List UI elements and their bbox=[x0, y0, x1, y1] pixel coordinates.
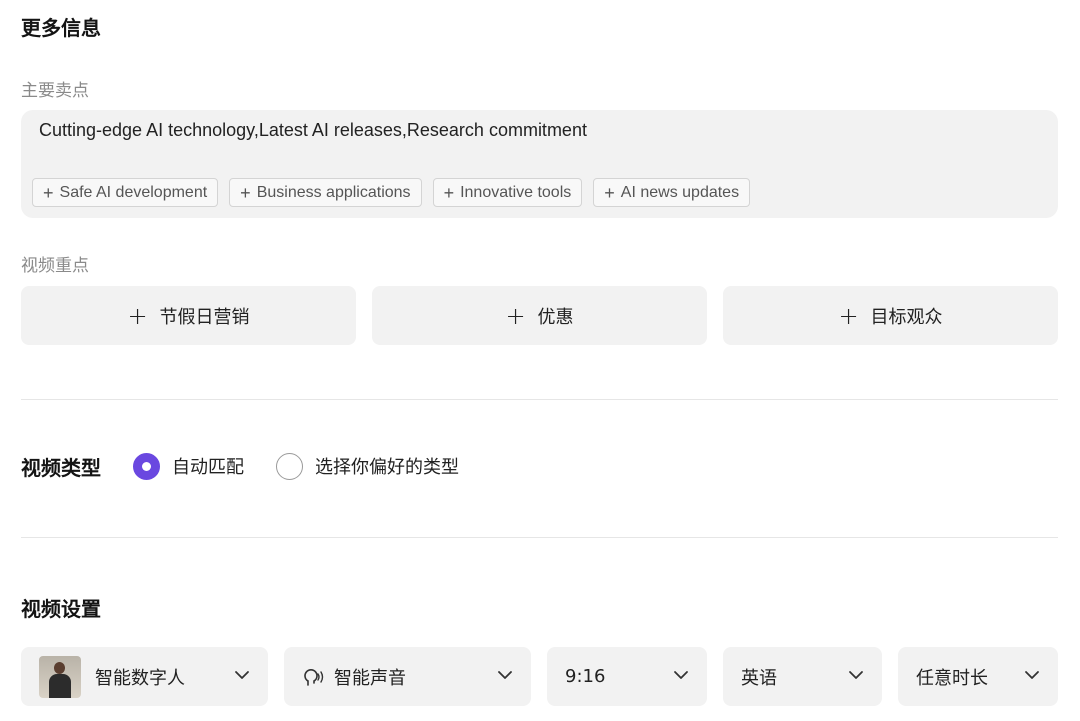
plus-icon: + bbox=[127, 301, 148, 330]
chevron-down-icon bbox=[849, 671, 863, 679]
divider bbox=[21, 537, 1058, 538]
language-select[interactable]: 英语 bbox=[723, 647, 882, 706]
focus-option-button[interactable]: + 优惠 bbox=[372, 286, 707, 345]
plus-icon: + bbox=[443, 182, 455, 203]
avatar-select[interactable]: 智能数字人 bbox=[21, 647, 268, 706]
selling-points-input[interactable]: Cutting-edge AI technology,Latest AI rel… bbox=[21, 110, 1058, 218]
duration-select[interactable]: 任意时长 bbox=[898, 647, 1058, 706]
language-value: 英语 bbox=[741, 667, 777, 689]
plus-icon: + bbox=[240, 182, 251, 203]
suggestion-chip[interactable]: + Innovative tools bbox=[432, 178, 583, 207]
plus-icon: + bbox=[43, 182, 54, 203]
chevron-down-icon bbox=[235, 671, 249, 679]
voice-select-value: 智能声音 bbox=[334, 667, 406, 689]
radio-choose-type[interactable]: 选择你偏好的类型 bbox=[276, 452, 459, 480]
video-focus-options: + 节假日营销 + 优惠 + 目标观众 bbox=[21, 286, 1058, 345]
suggestion-chips: + Safe AI development + Business applica… bbox=[32, 178, 751, 207]
radio-auto-match[interactable]: 自动匹配 bbox=[133, 452, 244, 480]
duration-value: 任意时长 bbox=[916, 667, 988, 689]
plus-icon: + bbox=[838, 301, 859, 330]
suggestion-chip-label: AI news updates bbox=[620, 183, 740, 201]
chevron-down-icon bbox=[1025, 671, 1039, 679]
focus-option-button[interactable]: + 目标观众 bbox=[723, 286, 1058, 345]
avatar-select-value: 智能数字人 bbox=[95, 667, 185, 689]
suggestion-chip-label: Safe AI development bbox=[59, 183, 208, 201]
radio-label: 自动匹配 bbox=[172, 457, 244, 478]
selling-points-value[interactable]: Cutting-edge AI technology,Latest AI rel… bbox=[39, 120, 587, 141]
chevron-down-icon bbox=[674, 671, 688, 679]
more-info-title: 更多信息 bbox=[21, 16, 101, 40]
plus-icon: + bbox=[604, 182, 615, 203]
focus-option-label: 目标观众 bbox=[870, 306, 943, 328]
video-type-row: 视频类型 自动匹配 选择你偏好的类型 bbox=[21, 451, 491, 481]
suggestion-chip-label: Innovative tools bbox=[460, 183, 572, 201]
focus-option-label: 优惠 bbox=[537, 306, 574, 328]
avatar-thumbnail bbox=[39, 655, 81, 698]
aspect-ratio-value: 9:16 bbox=[565, 666, 606, 687]
divider bbox=[21, 399, 1058, 400]
voice-icon bbox=[304, 668, 324, 686]
focus-option-label: 节假日营销 bbox=[159, 306, 250, 328]
radio-unchecked-icon bbox=[276, 452, 303, 480]
focus-option-button[interactable]: + 节假日营销 bbox=[21, 286, 356, 345]
video-type-title: 视频类型 bbox=[21, 455, 101, 480]
radio-label: 选择你偏好的类型 bbox=[315, 457, 459, 478]
video-focus-label: 视频重点 bbox=[21, 256, 89, 276]
radio-checked-icon bbox=[133, 452, 160, 480]
suggestion-chip[interactable]: + AI news updates bbox=[593, 178, 751, 207]
selling-points-label: 主要卖点 bbox=[21, 81, 89, 101]
voice-select[interactable]: 智能声音 bbox=[284, 647, 531, 706]
aspect-ratio-select[interactable]: 9:16 bbox=[547, 647, 707, 706]
plus-icon: + bbox=[505, 301, 526, 330]
suggestion-chip[interactable]: + Business applications bbox=[229, 178, 422, 207]
chevron-down-icon bbox=[498, 671, 512, 679]
suggestion-chip-label: Business applications bbox=[256, 183, 411, 201]
video-settings-title: 视频设置 bbox=[21, 597, 101, 621]
suggestion-chip[interactable]: + Safe AI development bbox=[32, 178, 219, 207]
